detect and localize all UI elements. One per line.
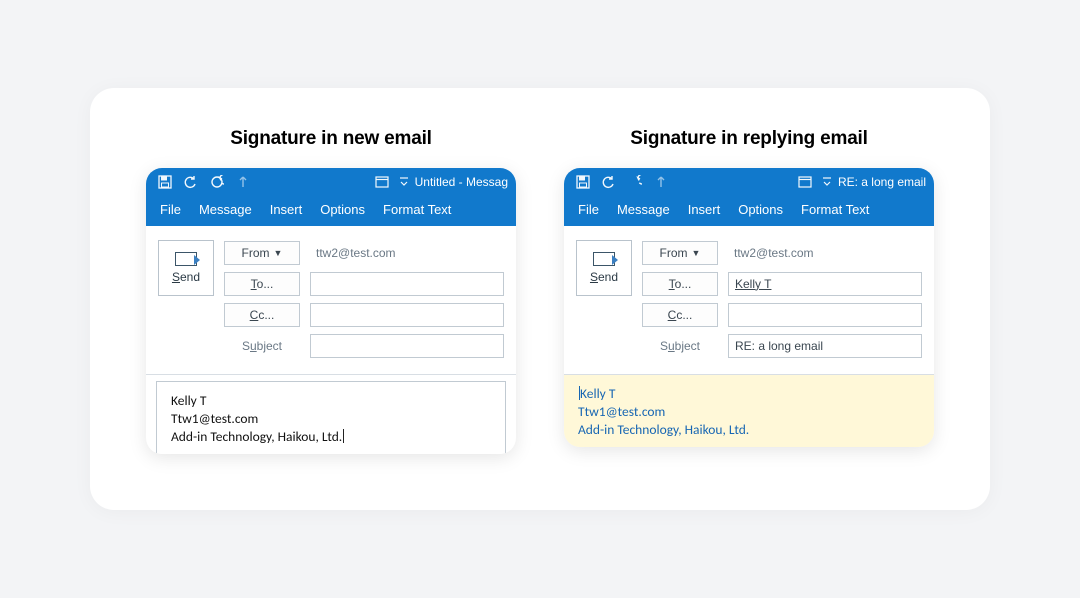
tab-message[interactable]: Message — [199, 202, 252, 217]
reply-email-column: Signature in replying email — [564, 128, 934, 455]
outlook-window-new: Untitled - Messag File Message Insert Op… — [146, 168, 516, 455]
send-label: Send — [172, 270, 200, 284]
redo-icon[interactable] — [624, 172, 646, 192]
window-title: RE: a long email — [838, 175, 926, 189]
signature-name: Kelly T — [171, 392, 491, 410]
to-input[interactable] — [728, 272, 922, 296]
tab-file[interactable]: File — [578, 202, 599, 217]
chevron-down-icon: ▼ — [692, 248, 701, 258]
tab-options[interactable]: Options — [738, 202, 783, 217]
tab-insert[interactable]: Insert — [270, 202, 303, 217]
from-button[interactable]: From▼ — [642, 241, 718, 265]
envelope-icon — [175, 252, 197, 266]
tab-format-text[interactable]: Format Text — [383, 202, 451, 217]
send-button[interactable]: Send — [158, 240, 214, 296]
tab-file[interactable]: File — [160, 202, 181, 217]
tab-insert[interactable]: Insert — [688, 202, 721, 217]
from-button[interactable]: From▼ — [224, 241, 300, 265]
ribbon-tabs: File Message Insert Options Format Text — [146, 196, 516, 226]
signature-email: Ttw1@test.com — [578, 403, 920, 421]
send-button[interactable]: Send — [576, 240, 632, 296]
text-cursor — [343, 429, 344, 443]
cc-button[interactable]: Cc... — [224, 303, 300, 327]
save-icon[interactable] — [154, 172, 176, 192]
caption-reply: Signature in replying email — [564, 128, 934, 150]
to-button[interactable]: To... — [224, 272, 300, 296]
comparison-card: Signature in new email — [90, 88, 990, 511]
signature-company: Add-in Technology, Haikou, Ltd. — [578, 421, 920, 439]
header-fields: From▼ ttw2@test.com To... C — [642, 240, 922, 364]
subject-label: Subject — [642, 334, 718, 358]
caption-new: Signature in new email — [146, 128, 516, 150]
ribbon-tabs: File Message Insert Options Format Text — [564, 196, 934, 226]
up-arrow-icon[interactable] — [650, 172, 672, 192]
up-arrow-icon[interactable] — [232, 172, 254, 192]
send-label: Send — [590, 270, 618, 284]
subject-input[interactable] — [728, 334, 922, 358]
compose-pane: Send From▼ ttw2@test.com To... — [146, 226, 516, 374]
window-icon[interactable] — [794, 172, 816, 192]
titlebar: RE: a long email — [564, 168, 934, 196]
signature-block: Kelly T Ttw1@test.com Add-in Technology,… — [564, 375, 934, 448]
to-button[interactable]: To... — [642, 272, 718, 296]
signature-company: Add-in Technology, Haikou, Ltd. — [171, 428, 491, 446]
cc-input[interactable] — [728, 303, 922, 327]
customize-qat-icon[interactable] — [820, 172, 834, 192]
undo-icon[interactable] — [180, 172, 202, 192]
signature-email: Ttw1@test.com — [171, 410, 491, 428]
signature-block: Kelly T Ttw1@test.com Add-in Technology,… — [156, 381, 506, 455]
outlook-window-reply: RE: a long email File Message Insert Opt… — [564, 168, 934, 448]
cc-input[interactable] — [310, 303, 504, 327]
message-body[interactable]: Kelly T Ttw1@test.com Add-in Technology,… — [564, 374, 934, 448]
from-value: ttw2@test.com — [728, 246, 922, 260]
from-value: ttw2@test.com — [310, 246, 504, 260]
save-icon[interactable] — [572, 172, 594, 192]
window-title: Untitled - Messag — [415, 175, 508, 189]
message-body[interactable]: Kelly T Ttw1@test.com Add-in Technology,… — [146, 374, 516, 455]
undo-icon[interactable] — [598, 172, 620, 192]
signature-name: Kelly T — [578, 385, 920, 403]
redo-icon[interactable] — [206, 172, 228, 192]
envelope-icon — [593, 252, 615, 266]
cc-button[interactable]: Cc... — [642, 303, 718, 327]
window-icon[interactable] — [371, 172, 393, 192]
tab-message[interactable]: Message — [617, 202, 670, 217]
chevron-down-icon: ▼ — [274, 248, 283, 258]
titlebar: Untitled - Messag — [146, 168, 516, 196]
tab-options[interactable]: Options — [320, 202, 365, 217]
subject-input[interactable] — [310, 334, 504, 358]
to-input[interactable] — [310, 272, 504, 296]
new-email-column: Signature in new email — [146, 128, 516, 455]
subject-label: Subject — [224, 334, 300, 358]
tab-format-text[interactable]: Format Text — [801, 202, 869, 217]
customize-qat-icon[interactable] — [397, 172, 411, 192]
header-fields: From▼ ttw2@test.com To... C — [224, 240, 504, 364]
compose-pane: Send From▼ ttw2@test.com To... — [564, 226, 934, 374]
